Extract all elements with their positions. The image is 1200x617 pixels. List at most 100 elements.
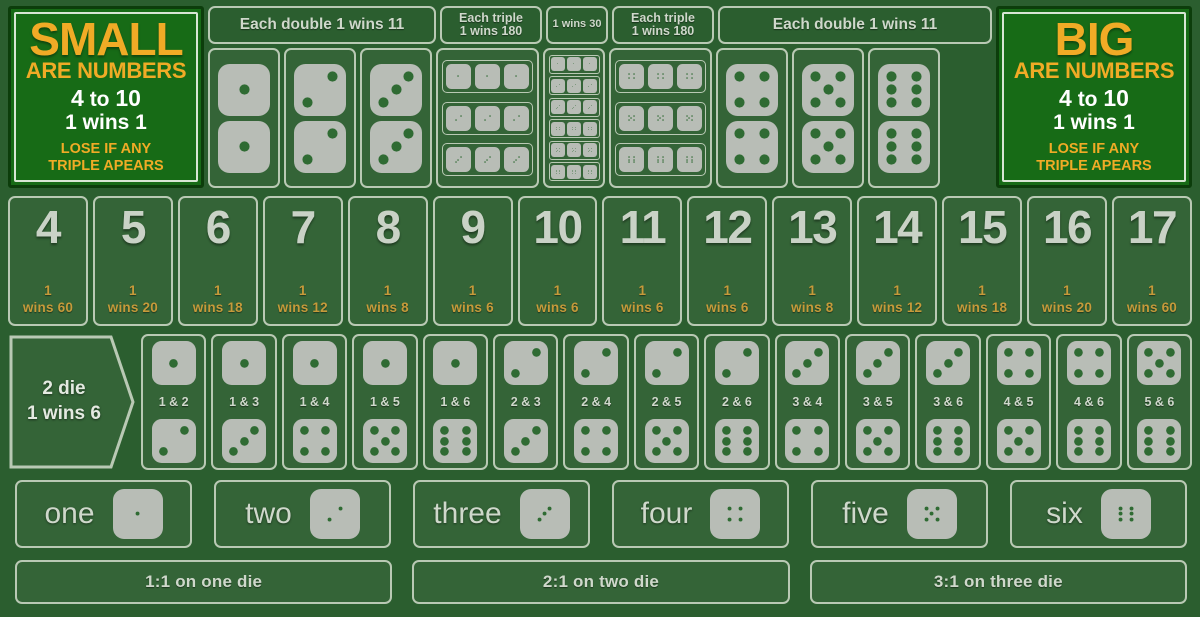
bet-double-4[interactable] — [716, 48, 788, 188]
triple-3[interactable] — [442, 143, 533, 177]
header-any-triple[interactable]: 1 wins 30 — [546, 6, 608, 44]
bet-total-14[interactable]: 14 1 wins 12 — [857, 196, 938, 326]
bet-single-four[interactable]: four — [612, 480, 789, 548]
bet-big[interactable]: BIG ARE NUMBERS 4 to 10 1 wins 1 LOSE IF… — [996, 6, 1192, 188]
bet-single-three[interactable]: three — [413, 480, 590, 548]
bet-combo-4-6[interactable]: 4 & 6 — [1056, 334, 1122, 470]
total-number: 11 — [619, 201, 667, 253]
die-face-3-icon — [567, 100, 581, 115]
big-subtitle: ARE NUMBERS — [1013, 58, 1175, 84]
die-face-6-icon — [878, 63, 930, 116]
die-face-4-icon — [726, 63, 778, 116]
bet-combo-2-3[interactable]: 2 & 3 — [493, 334, 559, 470]
bet-total-11[interactable]: 11 1 wins 6 — [602, 196, 683, 326]
bet-total-4[interactable]: 4 1 wins 60 — [8, 196, 88, 326]
bet-single-six[interactable]: six — [1010, 480, 1187, 548]
bet-double-2[interactable] — [284, 48, 356, 188]
header-triple-right[interactable]: Each triple 1 wins 180 — [612, 6, 714, 44]
small-subtitle: ARE NUMBERS — [25, 58, 187, 84]
bet-combo-2-4[interactable]: 2 & 4 — [563, 334, 629, 470]
combo-label: 1 & 4 — [299, 394, 330, 409]
combos-host: 1 & 2 1 & 3 1 & 4 1 & 5 1 & 6 2 & 3 2 & 4 2 & 5… — [141, 334, 1193, 470]
bet-total-5[interactable]: 5 1 wins 20 — [92, 196, 173, 326]
small-lose-line2: TRIPLE APEARS — [48, 157, 164, 174]
triple-5[interactable] — [615, 101, 706, 135]
bet-total-8[interactable]: 8 1 wins 8 — [347, 196, 428, 326]
total-number: 13 — [788, 201, 838, 253]
bet-combo-5-6[interactable]: 5 & 6 — [1126, 334, 1193, 470]
bet-total-16[interactable]: 16 1 wins 20 — [1027, 196, 1107, 326]
bet-small[interactable]: SMALL ARE NUMBERS 4 to 10 1 wins 1 LOSE … — [8, 6, 204, 188]
triple-1[interactable] — [442, 59, 533, 93]
big-payout: 1 wins 1 — [1053, 110, 1135, 134]
bet-total-15[interactable]: 15 1 wins 18 — [942, 196, 1023, 326]
combo-label: 2 & 5 — [651, 394, 682, 409]
bet-combo-1-3[interactable]: 1 & 3 — [211, 334, 277, 470]
total-payout: 1 wins 18 — [192, 283, 243, 316]
die-face-4-icon — [726, 120, 778, 173]
header-double-right[interactable]: Each double 1 wins 11 — [718, 6, 992, 44]
odds-bar-1: 1:1 on one die — [15, 560, 393, 604]
bet-double-5[interactable] — [792, 48, 864, 188]
die-face-5-icon — [644, 419, 689, 463]
bet-triples-right[interactable] — [609, 48, 712, 188]
header-double-left[interactable]: Each double 1 wins 11 — [208, 6, 436, 44]
any-triple-3 — [548, 97, 600, 117]
die-face-5-icon — [551, 143, 565, 158]
combo-label: 1 & 2 — [158, 394, 189, 409]
bet-triples-left[interactable] — [436, 48, 539, 188]
die-face-3-icon — [519, 489, 570, 539]
top-header-strip: Each double 1 wins 11 Each triple 1 wins … — [208, 6, 992, 44]
bet-combo-1-4[interactable]: 1 & 4 — [281, 334, 348, 470]
bet-combo-3-6[interactable]: 3 & 6 — [915, 334, 981, 470]
small-range-from: 4 — [71, 84, 84, 111]
combo-label: 1 & 6 — [440, 394, 471, 409]
combo-label: 3 & 6 — [933, 394, 964, 409]
bet-total-17[interactable]: 17 1 wins 60 — [1111, 196, 1192, 326]
top-bet-cells — [208, 48, 992, 188]
die-face-4-icon — [648, 63, 673, 89]
triple-4[interactable] — [615, 59, 706, 93]
bet-single-five[interactable]: five — [811, 480, 988, 548]
bet-combo-1-2[interactable]: 1 & 2 — [141, 334, 207, 470]
bet-combo-1-6[interactable]: 1 & 6 — [422, 334, 489, 470]
bet-combo-3-4[interactable]: 3 & 4 — [774, 334, 841, 470]
header-triple-left[interactable]: Each triple 1 wins 180 — [440, 6, 542, 44]
big-range: 4 to 10 — [1059, 85, 1129, 111]
die-face-6-icon — [433, 419, 478, 463]
bet-total-9[interactable]: 9 1 wins 6 — [432, 196, 513, 326]
bet-single-one[interactable]: one — [15, 480, 192, 548]
bet-combo-4-5[interactable]: 4 & 5 — [985, 334, 1052, 470]
die-face-3-icon — [446, 147, 471, 173]
bet-double-3[interactable] — [360, 48, 432, 188]
die-face-3-icon — [551, 100, 565, 115]
bet-double-6[interactable] — [868, 48, 940, 188]
die-face-1-icon — [218, 63, 270, 116]
bet-single-two[interactable]: two — [214, 480, 391, 548]
single-die-row: one two three four five six — [15, 480, 1187, 548]
bet-total-6[interactable]: 6 1 wins 18 — [177, 196, 258, 326]
bet-combo-1-5[interactable]: 1 & 5 — [352, 334, 418, 470]
die-face-2-icon — [503, 341, 548, 385]
die-face-4-icon — [574, 419, 619, 463]
single-label: four — [640, 497, 693, 530]
triple-2[interactable] — [442, 101, 533, 135]
total-payout: 1 wins 12 — [277, 283, 328, 316]
die-face-2-icon — [551, 78, 565, 93]
bet-double-1[interactable] — [208, 48, 280, 188]
die-face-6-icon — [567, 164, 581, 179]
any-triple-5 — [548, 140, 600, 160]
triple-6[interactable] — [615, 143, 706, 177]
bet-total-10[interactable]: 10 1 wins 6 — [517, 196, 598, 326]
total-number: 5 — [120, 201, 147, 253]
bet-any-triple[interactable] — [543, 48, 605, 188]
bet-total-13[interactable]: 13 1 wins 8 — [772, 196, 853, 326]
bet-total-12[interactable]: 12 1 wins 6 — [687, 196, 768, 326]
total-number: 17 — [1127, 201, 1178, 253]
bet-combo-2-5[interactable]: 2 & 5 — [633, 334, 700, 470]
bet-combo-2-6[interactable]: 2 & 6 — [704, 334, 770, 470]
die-face-1-icon — [504, 63, 529, 89]
bet-combo-3-5[interactable]: 3 & 5 — [845, 334, 911, 470]
bet-total-7[interactable]: 7 1 wins 12 — [262, 196, 343, 326]
two-die-label-arrow[interactable]: 2 die 1 wins 6 — [8, 334, 136, 470]
